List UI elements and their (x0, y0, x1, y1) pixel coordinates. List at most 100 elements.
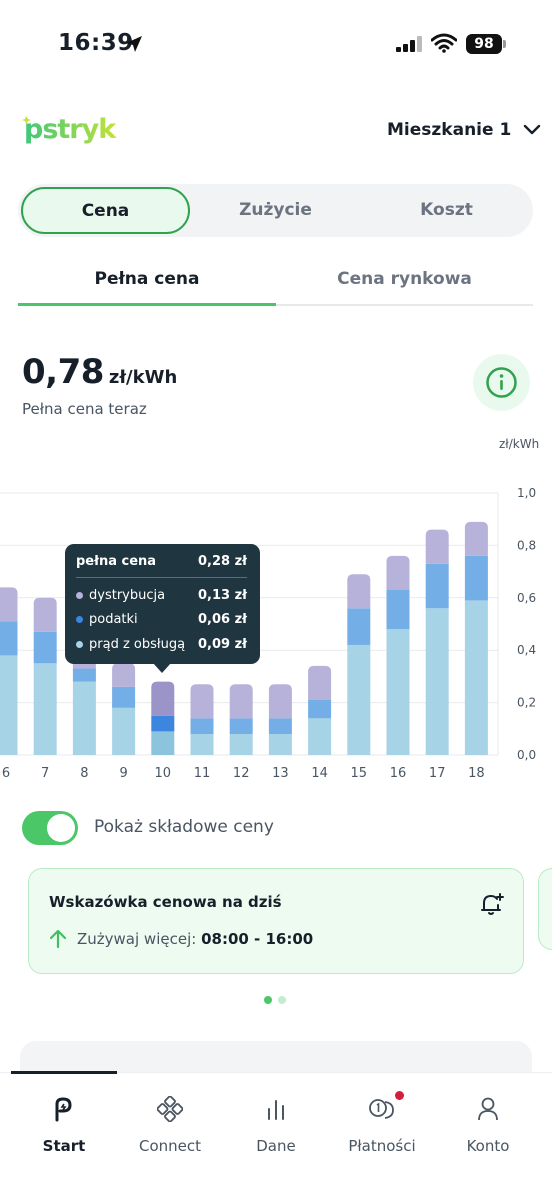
price-tip-card[interactable]: Wskazówka cenowa na dziś Zużywaj więcej:… (28, 868, 524, 974)
nav-label: Płatności (348, 1137, 416, 1155)
location-arrow-icon (126, 36, 142, 52)
x-tick-label: 9 (119, 766, 127, 781)
battery-tip (503, 40, 506, 48)
tip-recommendation: Zużywaj więcej: 08:00 - 16:00 (49, 929, 313, 949)
bar-segment-prąd-z-obsługą (308, 718, 332, 755)
tooltip-row-taxes: podatki 0,06 zł (76, 612, 247, 627)
bar-segment-dystrybucja (0, 587, 18, 622)
price-type-tabs: Pełna cena Cena rynkowa (18, 258, 533, 306)
bar-segment-prąd-z-obsługą (0, 655, 18, 755)
y-tick-label: 0,4 (517, 643, 536, 657)
price-components-toggle[interactable] (22, 811, 78, 845)
tip-title: Wskazówka cenowa na dziś (49, 893, 282, 911)
x-tick-label: 16 (390, 766, 407, 781)
bar-segment-dystrybucja (425, 529, 449, 564)
bar-segment-podatki (229, 718, 253, 735)
bell-plus-icon[interactable] (479, 891, 505, 917)
info-icon (486, 367, 517, 398)
x-tick-label: 18 (468, 766, 485, 781)
tab-full-price[interactable]: Pełna cena (18, 258, 276, 306)
tab-market-price[interactable]: Cena rynkowa (276, 258, 533, 304)
cellular-signal-icon (396, 36, 422, 52)
bar-segment-podatki (386, 589, 410, 630)
tooltip-row-label: podatki (89, 612, 138, 627)
tip-action: Zużywaj więcej: (77, 930, 197, 948)
bar-segment-podatki (112, 686, 136, 708)
nav-label: Konto (466, 1137, 510, 1155)
wifi-icon (431, 33, 457, 53)
nav-label: Dane (256, 1137, 296, 1155)
y-tick-label: 0,0 (517, 748, 536, 762)
chevron-down-icon (524, 124, 541, 135)
y-tick-label: 0,6 (517, 591, 536, 605)
view-segment-control: Cena Zużycie Koszt (18, 184, 533, 237)
notification-badge (395, 1091, 404, 1100)
bar-segment-prąd-z-obsługą (229, 734, 253, 755)
pagination-dot-active[interactable] (264, 996, 272, 1004)
price-value: 0,78 (22, 352, 104, 392)
bar-segment-prąd-z-obsługą (464, 600, 488, 755)
info-button[interactable] (473, 354, 530, 411)
nav-item-konto[interactable]: Konto (433, 1093, 543, 1155)
x-tick-label: 14 (311, 766, 328, 781)
bar-segment-prąd-z-obsługą (33, 663, 57, 755)
bar-segment-prąd-z-obsługą (151, 731, 175, 755)
x-tick-label: 15 (351, 766, 368, 781)
apartment-name: Mieszkanie 1 (387, 120, 512, 140)
tooltip-row-value: 0,13 zł (198, 588, 247, 603)
bar-segment-prąd-z-obsługą (386, 629, 410, 755)
connect-grid-icon (157, 1096, 183, 1122)
carousel-pagination (264, 996, 286, 1004)
bar-segment-dystrybucja (347, 574, 371, 609)
bar-segment-podatki (190, 718, 214, 735)
bar-segment-dystrybucja (33, 597, 57, 632)
arrow-up-icon (49, 929, 67, 949)
user-icon (478, 1097, 498, 1121)
segment-koszt[interactable]: Koszt (361, 184, 532, 237)
bar-segment-dystrybucja (190, 684, 214, 719)
segment-cena[interactable]: Cena (21, 187, 190, 234)
tooltip-header: pełna cena 0,28 zł (76, 554, 247, 578)
nav-item-dane[interactable]: Dane (221, 1093, 331, 1155)
x-tick-label: 6 (2, 766, 10, 781)
x-tick-label: 7 (41, 766, 49, 781)
nav-item-platnosci[interactable]: Płatności (327, 1091, 437, 1155)
pagination-dot[interactable] (278, 996, 286, 1004)
bar-segment-podatki (151, 715, 175, 732)
next-tip-card[interactable] (538, 868, 552, 950)
x-tick-label: 11 (194, 766, 211, 781)
pstryk-logo: pstryk (22, 114, 118, 145)
tooltip-row-distribution: dystrybucja 0,13 zł (76, 588, 247, 603)
coins-icon (369, 1099, 394, 1119)
bar-chart-icon (268, 1100, 284, 1120)
nav-item-connect[interactable]: Connect (115, 1093, 225, 1155)
segment-zuzycie[interactable]: Zużycie (190, 184, 361, 237)
tooltip-row-value: 0,09 zł (198, 637, 247, 652)
status-time: 16:39 (58, 30, 134, 56)
bar-segment-dystrybucja (308, 665, 332, 700)
current-price: 0,78 zł/kWh (22, 352, 177, 392)
bar-segment-podatki (33, 631, 57, 664)
nav-label: Start (42, 1137, 86, 1155)
bar-segment-podatki (464, 555, 488, 601)
bar-segment-dystrybucja (268, 684, 292, 719)
bar-segment-prąd-z-obsługą (112, 707, 136, 755)
tooltip-title: pełna cena (76, 554, 157, 569)
nav-active-indicator (11, 1071, 117, 1074)
y-tick-label: 1,0 (517, 486, 536, 500)
status-bar: 16:39 98 (0, 0, 552, 90)
battery-indicator: 98 (466, 34, 502, 54)
x-tick-label: 8 (80, 766, 88, 781)
bar-segment-dystrybucja (229, 684, 253, 719)
apartment-selector[interactable]: Mieszkanie 1 (387, 120, 541, 140)
tooltip-total: 0,28 zł (198, 554, 247, 569)
legend-dot (76, 616, 83, 623)
x-tick-label: 12 (233, 766, 250, 781)
bar-segment-prąd-z-obsługą (425, 608, 449, 755)
bar-segment-dystrybucja (112, 663, 136, 687)
bar-segment-dystrybucja (151, 681, 175, 716)
toggle-knob (47, 814, 75, 842)
nav-item-start[interactable]: Start (9, 1093, 119, 1155)
bottom-navigation: Start Connect Dane Płatności Konto (0, 1071, 552, 1200)
bar-tooltip: pełna cena 0,28 zł dystrybucja 0,13 zł p… (65, 544, 260, 673)
